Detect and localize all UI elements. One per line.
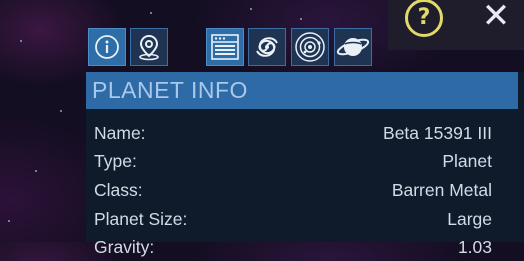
star [35,170,37,172]
star [150,12,152,14]
info-row-value: Beta 15391 III [383,122,492,143]
info-row-label: Class: [94,179,143,200]
info-row-value: Large [447,208,492,229]
list-icon [211,34,239,60]
info-row-label: Planet Size: [94,208,188,229]
panel-header: PLANET INFO [86,72,518,109]
info-row-class: Class: Barren Metal [94,176,492,204]
panel-title: PLANET INFO [92,77,248,103]
help-button[interactable]: ? [404,0,444,38]
close-icon: ✕ [481,0,511,36]
info-row-type: Type: Planet [94,147,492,175]
top-right-controls: ? ✕ [388,0,524,50]
star [300,18,302,20]
info-row-label: Gravity: [94,236,155,257]
star [250,8,252,10]
planet-info-panel: PLANET INFO Name: Beta 15391 III Type: P… [86,72,524,257]
location-pin-icon [139,34,159,61]
info-row-label: Type: [94,150,137,171]
list-tab-button[interactable] [206,28,244,66]
star [8,220,10,222]
galaxy-icon [256,37,278,57]
solar-system-icon [295,32,325,62]
info-icon [95,35,119,59]
galaxy-tab-button[interactable] [248,28,286,66]
solar-system-tab-button[interactable] [291,28,329,66]
help-icon: ? [405,0,443,37]
info-row-value: 1.03 [457,236,492,257]
info-row-gravity: Gravity: 1.03 [94,233,492,261]
planet-tab-button[interactable] [334,28,372,66]
info-row-value: Planet [442,150,492,171]
info-row-label: Name: [94,122,146,143]
location-tab-button[interactable] [130,28,168,66]
star [60,110,62,112]
planet-icon [336,38,370,56]
info-row-value: Barren Metal [391,179,492,200]
info-tab-button[interactable] [88,28,126,66]
info-row-name: Name: Beta 15391 III [94,119,492,147]
close-button[interactable]: ✕ [478,0,514,36]
star [20,40,22,42]
info-row-planet-size: Planet Size: Large [94,205,492,233]
